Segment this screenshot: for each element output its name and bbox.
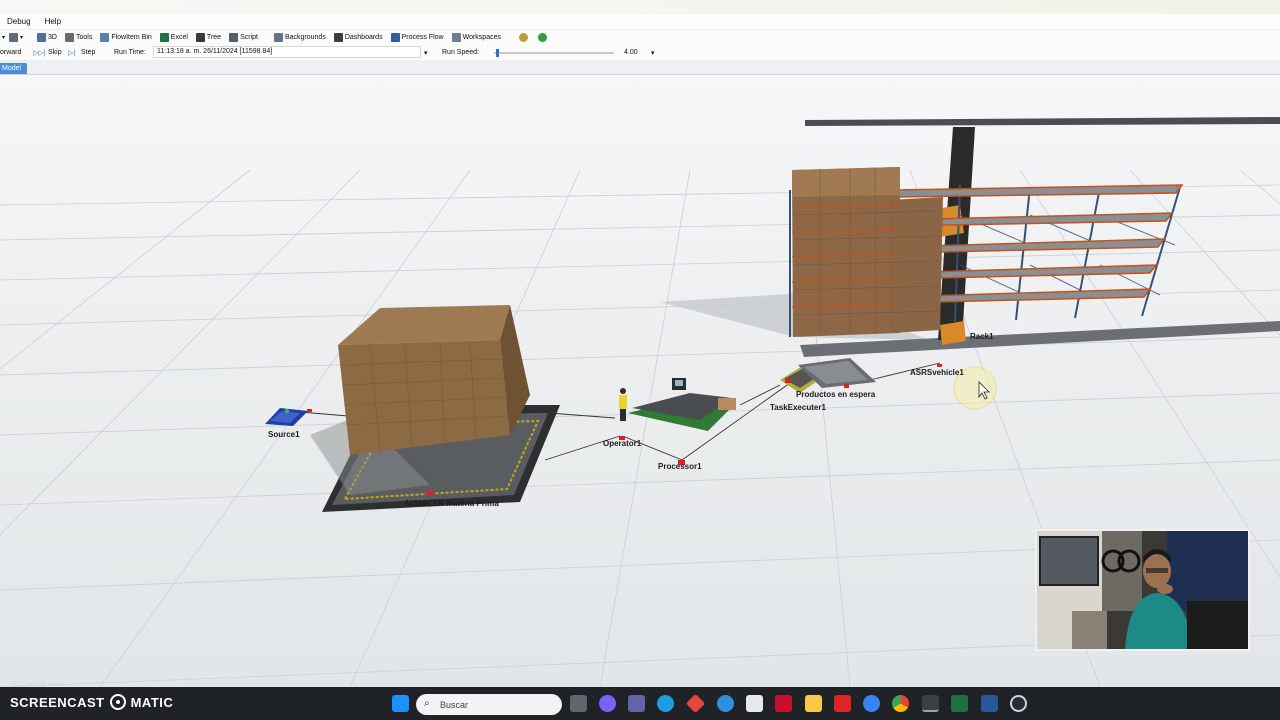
tree-icon	[195, 33, 205, 42]
excel-icon	[159, 33, 169, 42]
processor1-object	[628, 378, 736, 465]
operator1-figure	[619, 388, 627, 440]
webcam-overlay	[1035, 529, 1250, 651]
toolbar-tree-button[interactable]: Tree	[195, 31, 222, 45]
run-time-dropdown[interactable]: ▾	[424, 49, 428, 57]
almacen-platform	[310, 305, 560, 512]
toolbar-script-button[interactable]: Script	[229, 31, 258, 45]
mcafee-task-icon[interactable]	[775, 695, 792, 712]
recorded-with-text: RECORDED WITH	[10, 682, 64, 688]
toolbar-dashboards-button[interactable]: Dashboards	[333, 31, 383, 45]
toolbar-script-label: Script	[240, 34, 258, 41]
store-task-icon[interactable]	[746, 695, 763, 712]
run-time-field[interactable]: 11:13:18 a. m. 26/11/2024 [11598.84]	[153, 46, 421, 58]
run-control-bar: orward ▷▷| Skip ▷| Step Run Time: 11:13:…	[0, 45, 1280, 60]
screencast-o-matic-logo: SCREENCAST MATIC	[10, 694, 173, 710]
tab-model[interactable]: Model	[0, 63, 27, 74]
3d-view-icon	[37, 33, 47, 42]
toolbar-dashboards-label: Dashboards	[344, 34, 383, 41]
teams-task-icon[interactable]	[628, 695, 645, 712]
overhead-rail	[805, 117, 1280, 126]
process-flow-icon	[390, 33, 400, 42]
flowitem-bin-icon	[100, 33, 110, 42]
flexsim-task-icon[interactable]	[922, 695, 939, 712]
run-speed-slider-thumb[interactable]	[496, 49, 499, 57]
chrome-task-icon[interactable]	[892, 695, 909, 712]
toolbar-3d-button[interactable]: 3D	[37, 31, 57, 45]
source1-object	[265, 408, 312, 426]
toolbar-flowitem-bin-button[interactable]: FlowItem Bin	[100, 31, 152, 45]
toolbar-tree-label: Tree	[206, 34, 222, 41]
label-source1[interactable]: Source1	[268, 430, 300, 439]
brand-right-text: MATIC	[130, 694, 174, 710]
toolbar-backgrounds-button[interactable]: Backgrounds	[273, 31, 326, 45]
toolbar-tools-button[interactable]: Tools	[64, 31, 93, 45]
youtube-task-icon[interactable]	[834, 695, 851, 712]
webcam-feed-image	[1037, 531, 1248, 649]
main-toolbar: ▾ ▾ 3D Tools FlowItem Bin Excel Tree Scr…	[0, 29, 1280, 45]
copilot-task-icon[interactable]	[599, 695, 616, 712]
settings-button[interactable]	[518, 31, 530, 45]
rack1-structure	[789, 167, 1184, 337]
tools-icon	[64, 33, 74, 42]
run-time-label: Run Time:	[114, 49, 146, 56]
step-icon: ▷|	[68, 49, 76, 57]
toolbar-excel-button[interactable]: Excel	[159, 31, 188, 45]
skip-button[interactable]: Skip	[48, 49, 62, 56]
script-icon	[229, 33, 239, 42]
label-operator1[interactable]: Operator1	[603, 439, 641, 448]
layout-dropdown-button[interactable]: ▾ ▾	[2, 31, 23, 45]
step-button[interactable]: Step	[81, 49, 95, 56]
run-speed-slider[interactable]	[494, 49, 614, 57]
document-tab-bar	[0, 60, 1280, 75]
workspaces-icon	[451, 33, 461, 42]
help-icon	[537, 33, 547, 42]
toolbar-backgrounds-label: Backgrounds	[284, 34, 326, 41]
obs-task-icon[interactable]	[1010, 695, 1027, 712]
label-asrsvehicle1[interactable]: ASRSvehicle1	[910, 368, 964, 377]
word-task-icon[interactable]	[981, 695, 998, 712]
menu-help[interactable]: Help	[38, 17, 68, 26]
toolbar-tools-label: Tools	[75, 34, 93, 41]
folder-task-icon[interactable]	[805, 695, 822, 712]
label-rack1[interactable]: Rack1	[970, 332, 994, 341]
label-almacen[interactable]: ALMACEN Materia Prima	[404, 499, 499, 508]
search-icon: ⌕	[424, 698, 430, 709]
settings-task-icon[interactable]	[717, 695, 734, 712]
toolbar-workspaces-label: Workspaces	[462, 34, 501, 41]
forward-button[interactable]: orward	[0, 49, 21, 56]
help-button[interactable]	[537, 31, 549, 45]
excel-task-icon[interactable]	[951, 695, 968, 712]
menu-bar: Debug Help	[0, 14, 1280, 29]
label-processor1[interactable]: Processor1	[658, 462, 702, 471]
toolbar-3d-label: 3D	[48, 34, 57, 41]
toolbar-flowitem-bin-label: FlowItem Bin	[111, 34, 152, 41]
dashboards-icon	[333, 33, 343, 42]
menu-debug[interactable]: Debug	[0, 17, 38, 26]
skip-icon: ▷▷|	[33, 49, 46, 57]
media-task-icon[interactable]	[863, 695, 880, 712]
gear-icon	[518, 33, 528, 42]
toolbar-workspaces-button[interactable]: Workspaces	[451, 31, 501, 45]
windows-start-icon[interactable]	[392, 695, 409, 712]
run-speed-label: Run Speed:	[442, 49, 479, 56]
run-speed-dropdown[interactable]: ▾	[651, 49, 655, 57]
run-speed-value[interactable]: 4.00	[624, 49, 638, 56]
taskbar-search-input[interactable]: ⌕ Buscar	[416, 694, 562, 715]
brand-left-text: SCREENCAST	[10, 694, 105, 710]
backgrounds-icon	[273, 33, 283, 42]
edge-task-icon[interactable]	[657, 695, 674, 712]
task-view-icon[interactable]	[570, 695, 587, 712]
toolbar-process-flow-button[interactable]: Process Flow	[390, 31, 444, 45]
view-layout-icon	[9, 33, 19, 42]
label-taskexecuter1[interactable]: TaskExecuter1	[770, 403, 826, 412]
toolbar-process-flow-label: Process Flow	[401, 34, 444, 41]
search-placeholder: Buscar	[440, 699, 469, 710]
label-productos-en-espera[interactable]: Productos en espera	[796, 390, 875, 399]
window-title-strip	[0, 0, 1280, 14]
chevron-down-icon: ▾	[2, 35, 6, 41]
chevron-down-icon: ▾	[20, 35, 24, 41]
toolbar-excel-label: Excel	[170, 34, 188, 41]
screencast-record-icon	[109, 694, 126, 710]
